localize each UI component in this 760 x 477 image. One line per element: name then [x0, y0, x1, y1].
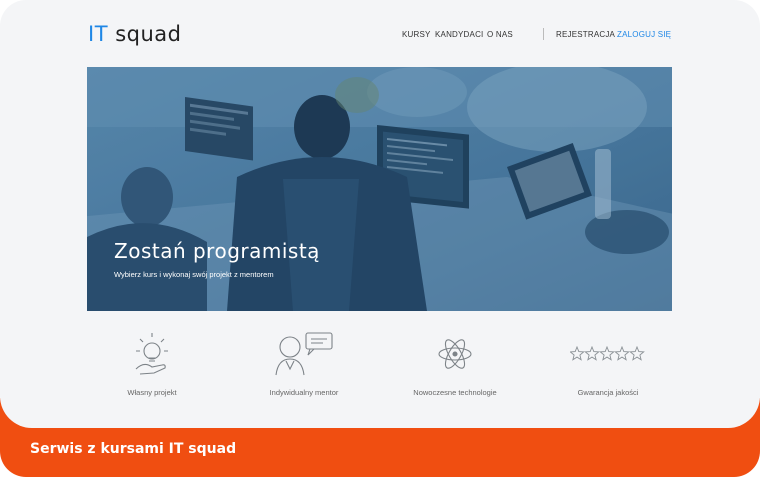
hero-title: Zostań programistą: [114, 239, 320, 263]
feature-label: Indywidualny mentor: [269, 388, 339, 397]
nav-link-o-nas[interactable]: O NAS: [487, 30, 513, 39]
feature-quality-guarantee[interactable]: Gwarancja jakości: [533, 330, 683, 397]
caption-text: Serwis z kursami IT squad: [30, 441, 237, 457]
nav-divider: [543, 28, 544, 40]
hero-banner: Zostań programistą Wybierz kurs i wykona…: [87, 67, 672, 311]
lightbulb-hand-icon: [77, 330, 227, 378]
feature-label: Własny projekt: [127, 388, 177, 397]
mentor-chat-icon: [229, 330, 379, 378]
feature-label: Gwarancja jakości: [577, 388, 639, 397]
nav-link-register[interactable]: REJESTRACJA: [556, 30, 615, 39]
atom-icon: [380, 330, 530, 378]
site-logo[interactable]: IT squad: [88, 22, 182, 46]
feature-own-project[interactable]: Własny projekt: [77, 330, 227, 397]
feature-modern-tech[interactable]: Nowoczesne technologie: [380, 330, 530, 397]
five-stars-icon: [533, 330, 683, 378]
feature-individual-mentor[interactable]: Indywidualny mentor: [229, 330, 379, 397]
nav-link-kursy[interactable]: KURSY: [402, 30, 431, 39]
logo-prefix: IT: [88, 22, 109, 46]
feature-label: Nowoczesne technologie: [413, 388, 497, 397]
screenshot-card: IT squad KURSY KANDYDACI O NAS REJESTRAC…: [0, 0, 760, 428]
logo-suffix: squad: [115, 22, 182, 46]
nav-link-kandydaci[interactable]: KANDYDACI: [435, 30, 483, 39]
nav-link-login[interactable]: ZALOGUJ SIĘ: [617, 30, 671, 39]
hero-subtitle: Wybierz kurs i wykonaj swój projekt z me…: [114, 270, 274, 279]
